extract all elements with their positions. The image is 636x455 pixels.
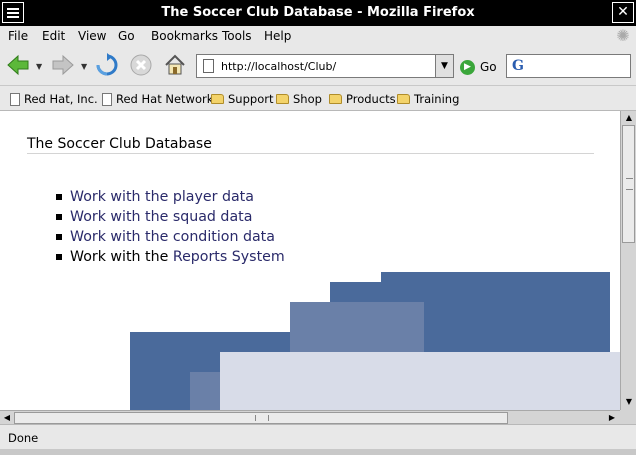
bookmark-label: Training	[414, 92, 460, 106]
bookmarks-toolbar: Red Hat, Inc. Red Hat Network Support Sh…	[0, 86, 636, 111]
condition-data-link[interactable]: Work with the condition data	[70, 229, 275, 245]
back-button[interactable]	[5, 52, 31, 78]
heading-divider	[27, 153, 594, 154]
scroll-down-arrow-icon[interactable]: ▼	[623, 396, 635, 408]
go-label: Go	[480, 60, 497, 74]
list-item: Work with the squad data	[56, 207, 285, 227]
google-search-engine-icon[interactable]: G	[512, 58, 528, 74]
reload-icon	[96, 53, 118, 76]
horizontal-scrollbar[interactable]: ◀ ▶	[0, 410, 620, 424]
menu-file[interactable]: File	[8, 29, 28, 43]
url-input[interactable]	[221, 57, 431, 75]
bookmark-label: Red Hat, Inc.	[24, 92, 98, 106]
scrollbar-corner	[620, 410, 636, 424]
back-arrow-icon	[7, 54, 29, 76]
bookmark-label: Shop	[293, 92, 322, 106]
window-close-button[interactable]: ✕	[612, 2, 634, 23]
folder-icon	[397, 94, 410, 104]
bookmark-label: Support	[228, 92, 274, 106]
link-list: Work with the player data Work with the …	[56, 187, 285, 267]
folder-icon	[329, 94, 342, 104]
page-icon	[10, 92, 20, 106]
page-icon	[203, 59, 214, 73]
home-icon	[165, 54, 185, 75]
stop-button[interactable]	[128, 52, 154, 78]
page-heading: The Soccer Club Database	[27, 136, 212, 152]
search-box[interactable]: G	[506, 54, 631, 78]
folder-icon	[276, 94, 289, 104]
folder-icon	[211, 94, 224, 104]
page-content: The Soccer Club Database Work with the p…	[0, 111, 620, 410]
bookmark-folder-training[interactable]: Training	[397, 91, 459, 107]
stop-icon	[130, 54, 152, 76]
home-button[interactable]	[162, 52, 188, 78]
link-prefix: Work with the	[70, 249, 173, 265]
status-bar: Done	[0, 424, 636, 449]
window-title: The Soccer Club Database - Mozilla Firef…	[161, 5, 475, 20]
squad-data-link[interactable]: Work with the squad data	[70, 209, 252, 225]
reports-system-link[interactable]: Reports System	[173, 249, 285, 265]
scroll-up-arrow-icon[interactable]: ▲	[623, 112, 635, 124]
go-arrow-icon: ▶	[460, 59, 475, 75]
menu-bookmarks[interactable]: Bookmarks	[151, 29, 218, 43]
forward-button[interactable]	[50, 52, 76, 78]
vertical-scrollbar[interactable]: ▲ ▼	[620, 111, 636, 410]
menu-edit[interactable]: Edit	[42, 29, 65, 43]
menu-help[interactable]: Help	[264, 29, 291, 43]
vertical-scroll-thumb[interactable]	[622, 125, 635, 243]
reload-button[interactable]	[94, 52, 120, 78]
scroll-grip-icon	[626, 178, 633, 190]
forward-history-dropdown[interactable]: ▼	[81, 62, 89, 71]
scroll-grip-icon	[255, 415, 269, 421]
player-data-link[interactable]: Work with the player data	[70, 189, 254, 205]
scroll-left-arrow-icon[interactable]: ◀	[1, 412, 13, 424]
go-button[interactable]: ▶ Go	[460, 58, 497, 76]
list-item: Work with the player data	[56, 187, 285, 207]
window-bottom-edge	[0, 449, 636, 455]
back-history-dropdown[interactable]: ▼	[36, 62, 44, 71]
url-history-dropdown[interactable]: ▼	[435, 55, 453, 77]
list-item: Work with the Reports System	[56, 247, 285, 267]
bookmark-label: Products	[346, 92, 396, 106]
bookmark-folder-shop[interactable]: Shop	[276, 91, 322, 107]
close-icon: ✕	[617, 4, 629, 20]
bookmark-label: Red Hat Network	[116, 92, 214, 106]
decorative-block	[290, 302, 424, 352]
list-item: Work with the condition data	[56, 227, 285, 247]
window-titlebar: The Soccer Club Database - Mozilla Firef…	[0, 0, 636, 26]
horizontal-scroll-thumb[interactable]	[14, 412, 508, 424]
menu-bar: File Edit View Go Bookmarks Tools Help ✺	[0, 26, 636, 46]
forward-arrow-icon	[52, 54, 74, 76]
menu-go[interactable]: Go	[118, 29, 135, 43]
bookmark-folder-products[interactable]: Products	[329, 91, 396, 107]
page-icon	[102, 92, 112, 106]
bookmark-red-hat-network[interactable]: Red Hat Network	[102, 91, 213, 107]
bookmark-red-hat-inc[interactable]: Red Hat, Inc.	[10, 91, 98, 107]
menu-view[interactable]: View	[78, 29, 106, 43]
menu-tools[interactable]: Tools	[222, 29, 252, 43]
url-bar[interactable]: ▼	[196, 54, 454, 78]
scroll-right-arrow-icon[interactable]: ▶	[606, 412, 618, 424]
status-text: Done	[8, 431, 39, 445]
navigation-toolbar: ▼ ▼ ▼ ▶ Go G	[0, 46, 636, 86]
bookmark-folder-support[interactable]: Support	[211, 91, 273, 107]
throbber-icon: ✺	[616, 26, 630, 45]
decorative-block	[220, 352, 620, 410]
